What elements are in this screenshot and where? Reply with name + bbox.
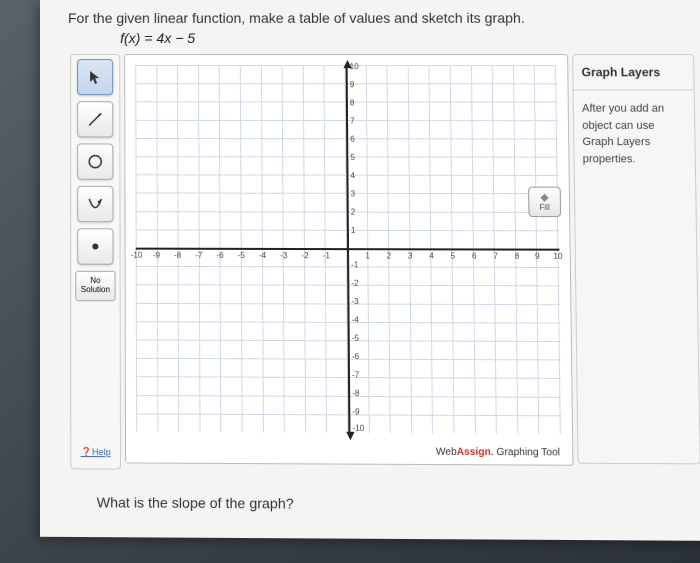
parabola-tool[interactable]: [77, 186, 113, 222]
slope-question: What is the slope of the graph?: [40, 469, 700, 514]
tick-label: -1: [351, 260, 358, 269]
layers-title: Graph Layers: [573, 55, 693, 90]
no-solution-label-2: Solution: [81, 286, 110, 295]
tick-label: 9: [535, 252, 540, 261]
fill-button[interactable]: Fill: [528, 187, 561, 218]
tick-label: -10: [131, 251, 143, 260]
tick-label: -6: [352, 352, 359, 361]
tick-label: 4: [429, 251, 434, 260]
graph-toolbar: No Solution ❓Help: [70, 54, 121, 470]
tick-label: 2: [351, 208, 356, 217]
line-tool[interactable]: [77, 101, 113, 137]
tick-label: 1: [351, 226, 356, 235]
circle-icon: [87, 154, 103, 170]
pointer-tool[interactable]: [77, 59, 113, 95]
help-label: Help: [92, 447, 111, 457]
point-tool[interactable]: [77, 228, 113, 265]
graph-canvas[interactable]: ▲ ▼ 1 2 3 4 5 6 7 8 9 10 -1 -2 -3 -4 -5 …: [124, 54, 573, 466]
tick-label: -7: [352, 370, 359, 379]
tick-label: -1: [323, 251, 330, 260]
point-icon: [87, 238, 103, 254]
tick-label: 6: [350, 135, 355, 144]
tick-label: -3: [280, 251, 287, 260]
tick-label: -4: [352, 315, 359, 324]
pointer-icon: [88, 70, 102, 84]
tick-label: 2: [387, 251, 392, 260]
tick-label: 3: [351, 189, 356, 198]
tick-label: -6: [216, 251, 223, 260]
tick-label: 8: [515, 252, 520, 261]
fill-label: Fill: [539, 202, 550, 211]
grid: ▲ ▼ 1 2 3 4 5 6 7 8 9 10 -1 -2 -3 -4 -5 …: [135, 65, 562, 434]
layers-hint: After you add an object can use Graph La…: [574, 90, 695, 177]
tick-label: 6: [472, 251, 477, 260]
question-prompt: For the given linear function, make a ta…: [40, 0, 700, 30]
line-icon: [87, 111, 103, 127]
circle-tool[interactable]: [77, 143, 113, 179]
no-solution-button[interactable]: No Solution: [75, 271, 115, 302]
tick-label: -4: [259, 251, 266, 260]
tick-label: -10: [352, 424, 364, 433]
tick-label: 5: [451, 251, 456, 260]
tick-label: -2: [301, 251, 308, 260]
tick-label: 8: [350, 98, 355, 107]
tick-label: 10: [553, 252, 562, 261]
tick-label: -3: [351, 297, 358, 306]
tick-label: -7: [195, 251, 202, 260]
tick-label: -9: [153, 251, 160, 260]
tick-label: 1: [365, 251, 370, 260]
tick-label: 7: [493, 252, 498, 261]
graph-layers-panel: Graph Layers After you add an object can…: [572, 54, 700, 464]
tick-label: -2: [351, 279, 358, 288]
question-formula: f(x) = 4x − 5: [40, 30, 700, 54]
tick-label: 7: [350, 117, 355, 126]
tick-label: -9: [352, 407, 359, 416]
fill-icon: [538, 192, 550, 202]
tick-label: 10: [350, 62, 359, 71]
tick-label: -8: [352, 389, 359, 398]
graph-brand: WebAssign. Graphing Tool: [436, 447, 560, 459]
tick-label: 5: [350, 153, 355, 162]
tick-label: -5: [238, 251, 245, 260]
parabola-icon: [87, 196, 103, 212]
tick-label: 3: [408, 251, 413, 260]
tick-label: -8: [174, 251, 181, 260]
tick-label: -5: [352, 334, 359, 343]
help-link[interactable]: ❓Help: [81, 447, 111, 465]
tick-label: 9: [350, 80, 355, 89]
tick-label: 4: [350, 171, 355, 180]
help-icon: ❓: [81, 447, 92, 457]
